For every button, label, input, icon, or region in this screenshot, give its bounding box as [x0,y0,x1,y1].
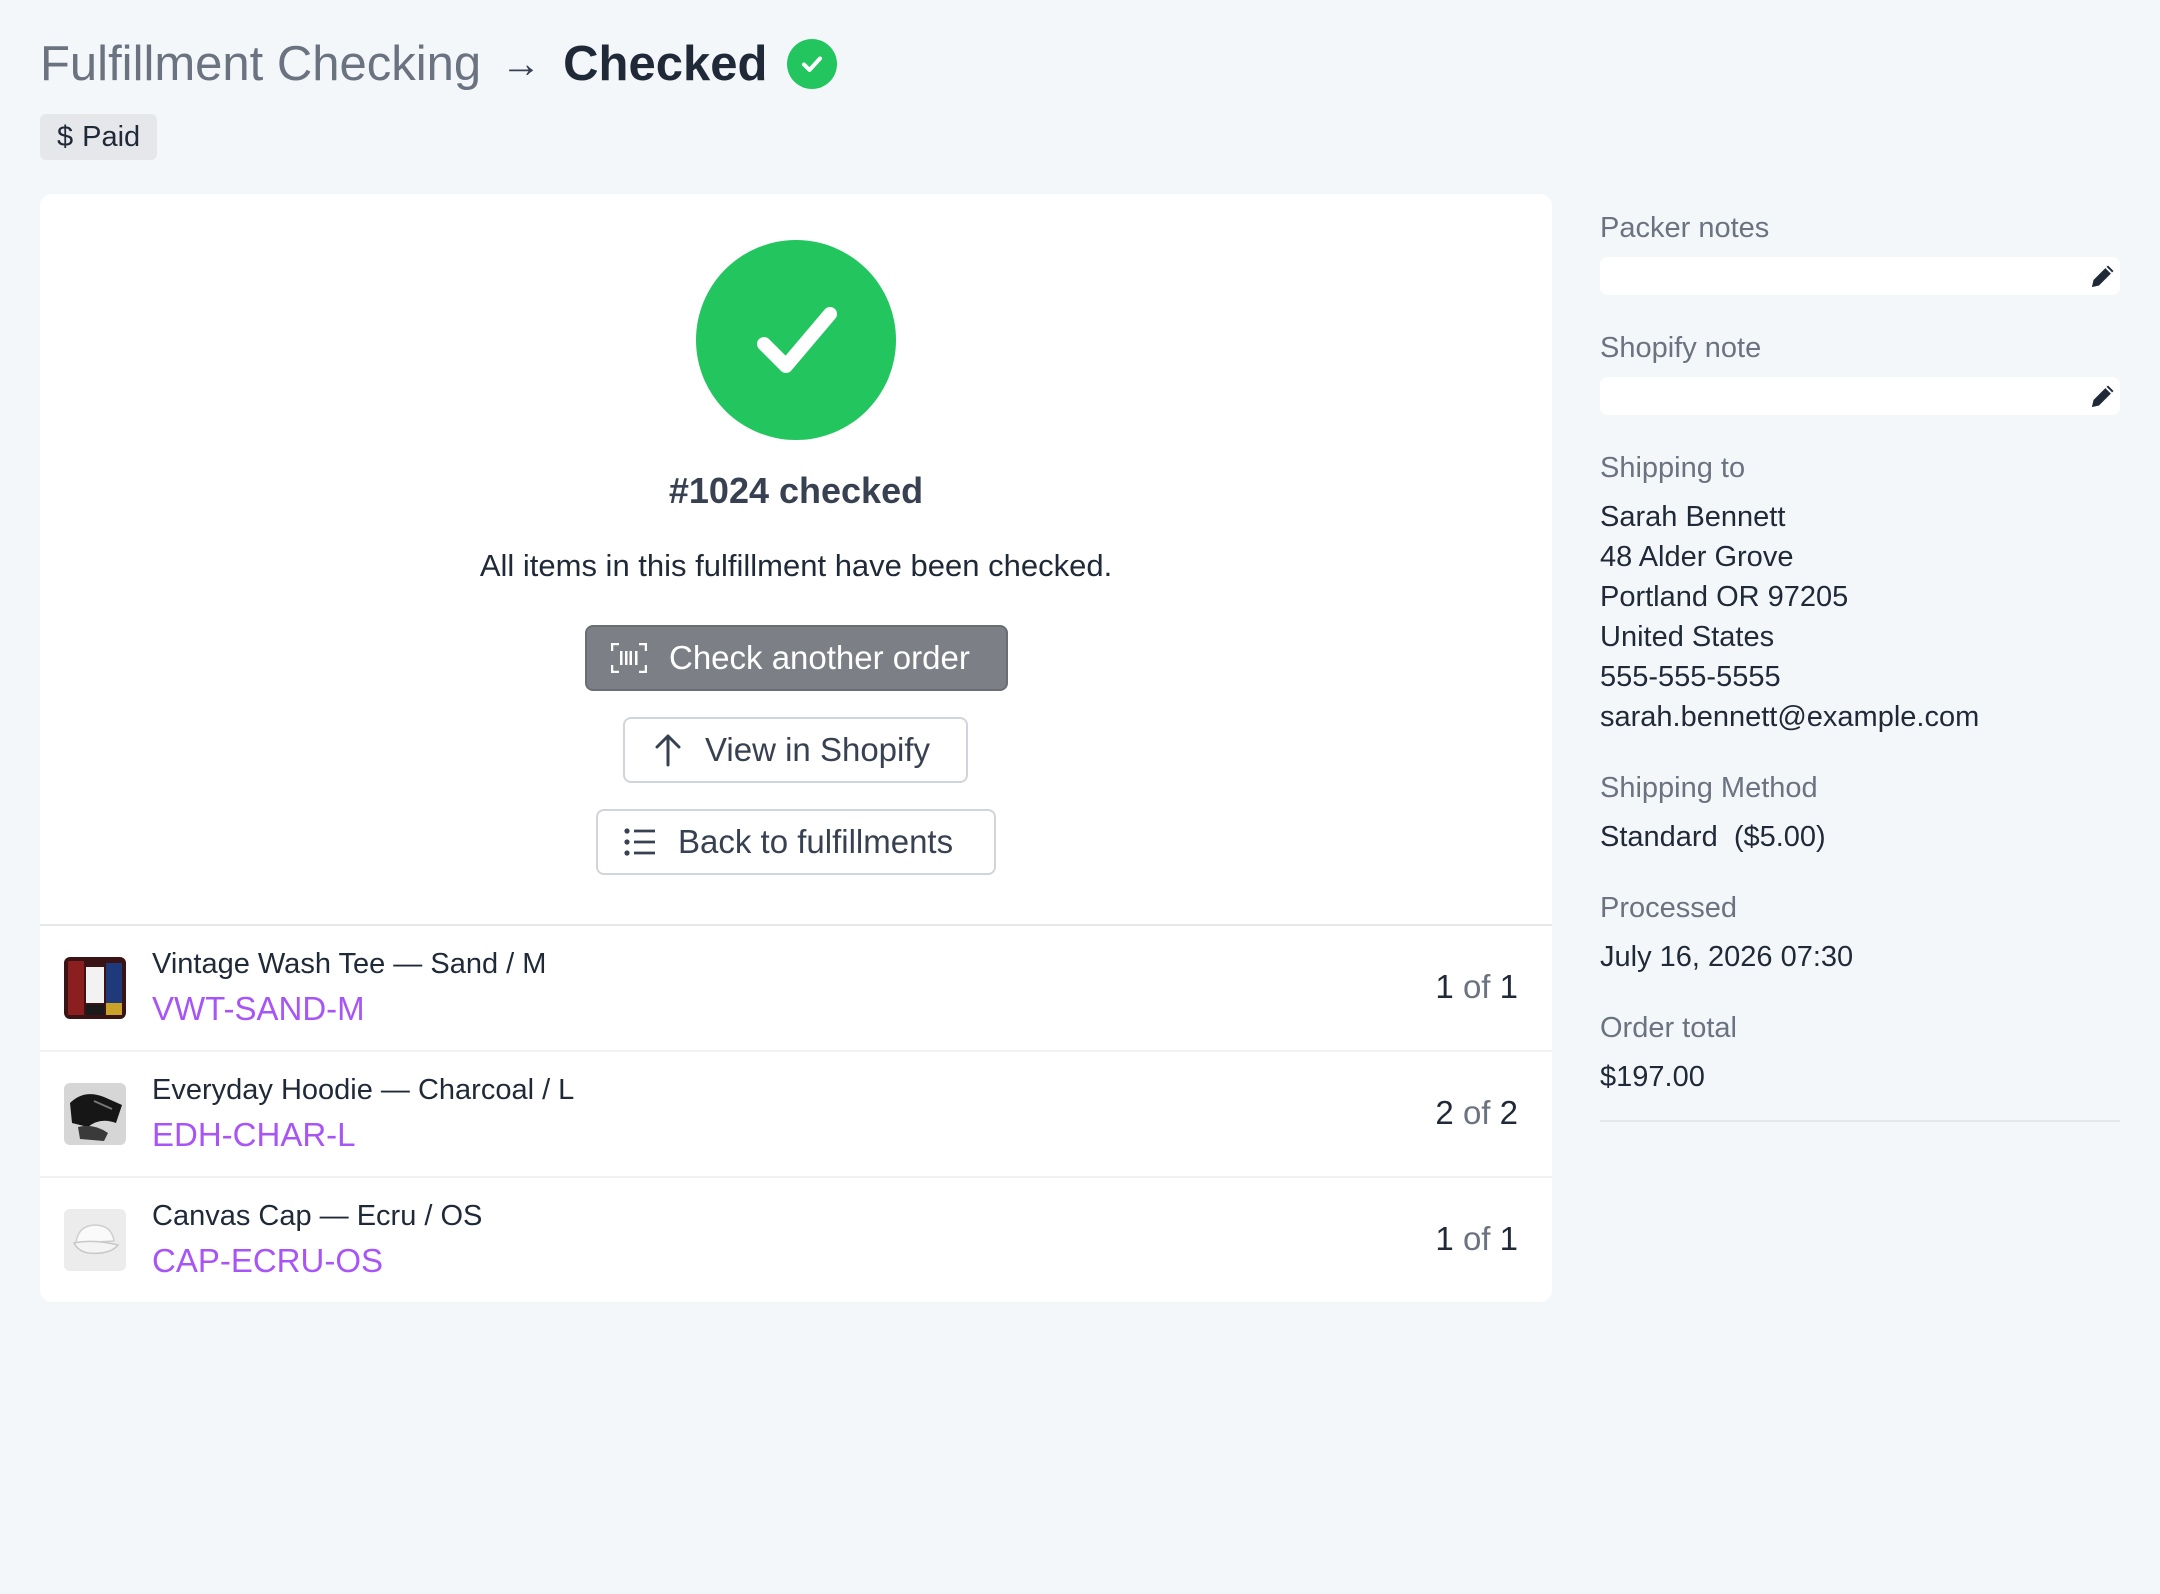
line-item-quantity: 1 of 1 [1435,968,1518,1005]
line-item-sku[interactable]: EDH-CHAR-L [152,1116,356,1154]
page-title: Checked [563,37,768,91]
shipping-city: Portland OR 97205 [1600,581,1849,613]
checked-description: All items in this fulfillment have been … [479,548,1113,583]
shipping-phone: 555-555-5555 [1600,661,1781,693]
view-in-shopify-label: View in Shopify [705,731,931,768]
breadcrumb-fulfillment-checking[interactable]: Fulfillment Checking [40,36,481,92]
page-header: Fulfillment Checking → Checked [40,30,838,98]
shipping-email: sarah.bennett@example.com [1600,701,1980,733]
fulfillment-card: #1024 checked All items in this fulfillm… [40,194,1552,1302]
shopify-note-field[interactable] [1600,377,2120,415]
processed-label: Processed [1600,892,1738,924]
shipping-method-label: Shipping Method [1600,772,1818,804]
back-to-fulfillments-label: Back to fulfillments [678,823,954,860]
dollar-icon: $ [57,120,74,153]
line-items-list: Vintage Wash Tee — Sand / M VWT-SAND-M 1… [40,926,1552,1304]
line-item[interactable]: Everyday Hoodie — Charcoal / L EDH-CHAR-… [40,1052,1552,1178]
line-item[interactable]: Canvas Cap — Ecru / OS CAP-ECRU-OS 1 of … [40,1178,1552,1304]
line-item-quantity: 2 of 2 [1435,1094,1518,1131]
packer-notes-label: Packer notes [1600,212,1770,244]
line-item-sku[interactable]: VWT-SAND-M [152,990,365,1028]
arrow-up-icon [653,733,683,767]
checked-title: #1024 checked [668,470,924,511]
check-circle-icon [787,39,838,89]
line-item-sku[interactable]: CAP-ECRU-OS [152,1242,383,1280]
page: Fulfillment Checking → Checked $ Paid #1… [0,0,2160,1594]
check-another-order-label: Check another order [669,639,970,676]
order-total-value: $197.00 [1600,1061,1705,1093]
sidebar-divider [1600,1120,2120,1122]
packer-notes-field[interactable] [1600,257,2120,295]
breadcrumb-arrow-icon: → [501,41,542,86]
check-another-order-button[interactable]: Check another order [585,625,1008,691]
pencil-icon[interactable] [2088,261,2118,291]
shipping-to-label: Shipping to [1600,452,1746,484]
shipping-country: United States [1600,621,1775,653]
shipping-name: Sarah Bennett [1600,501,1786,533]
back-to-fulfillments-button[interactable]: Back to fulfillments [596,809,996,875]
line-item-name: Everyday Hoodie — Charcoal / L [152,1074,575,1106]
checked-summary: #1024 checked All items in this fulfillm… [40,194,1552,926]
hoodie-thumbnail [64,1083,126,1145]
order-total-label: Order total [1600,1012,1737,1044]
line-item[interactable]: Vintage Wash Tee — Sand / M VWT-SAND-M 1… [40,926,1552,1052]
view-in-shopify-button[interactable]: View in Shopify [623,717,968,783]
payment-status-badge: $ Paid [40,114,158,160]
shipping-street: 48 Alder Grove [1600,541,1794,573]
check-circle-icon [696,240,896,440]
line-item-name: Canvas Cap — Ecru / OS [152,1200,483,1232]
barcode-scan-icon [611,643,647,673]
list-icon [624,828,656,856]
cap-thumbnail [64,1209,126,1271]
shipping-method-value: Standard ($5.00) [1600,821,1826,853]
payment-status-label: Paid [82,120,141,153]
shopify-note-label: Shopify note [1600,332,1762,364]
line-item-quantity: 1 of 1 [1435,1220,1518,1257]
line-item-name: Vintage Wash Tee — Sand / M [152,948,547,980]
processed-value: July 16, 2026 07:30 [1600,941,1854,973]
tee-thumbnail [64,957,126,1019]
pencil-icon[interactable] [2088,381,2118,411]
